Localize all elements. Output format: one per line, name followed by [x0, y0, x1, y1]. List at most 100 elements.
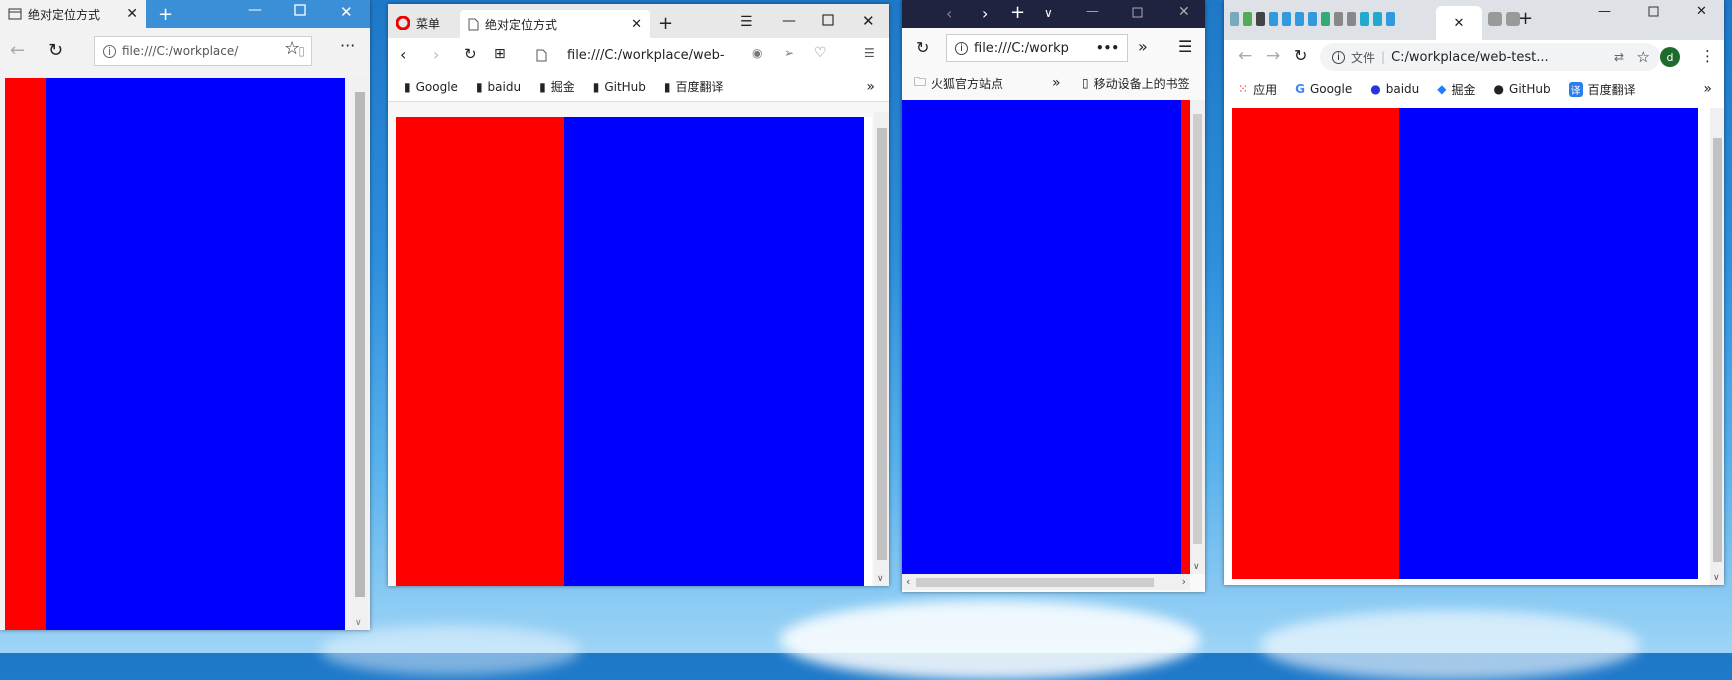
bookmark-item[interactable]: G Google — [1295, 82, 1352, 96]
back-icon[interactable]: ← — [1238, 46, 1252, 66]
scrollbar-thumb[interactable] — [1713, 138, 1722, 562]
bookmark-item[interactable]: 🗀 火狐官方站点 — [914, 73, 1003, 94]
chrome-omnibox[interactable]: i 文件 | C:/workplace/web-test... ⇄ ☆ — [1320, 43, 1660, 71]
chrome-tabstrip: ✕ + — ✕ — [1224, 0, 1724, 40]
close-window-icon[interactable]: ✕ — [1696, 4, 1707, 19]
tab-menu-icon[interactable]: ☰ — [740, 14, 753, 30]
maximize-icon[interactable] — [822, 14, 834, 26]
firefox-address-bar[interactable]: i file:///C:/workp ••• — [946, 34, 1128, 62]
maximize-icon[interactable] — [294, 4, 306, 16]
bookmark-star-icon[interactable]: ☆ — [1637, 48, 1650, 66]
info-icon: i — [103, 44, 116, 58]
opera-address-bar[interactable]: file:///C:/workplace/web- — [536, 42, 756, 68]
firefox-vertical-scrollbar[interactable]: ∨ — [1190, 100, 1205, 574]
close-window-icon[interactable]: ✕ — [340, 3, 353, 21]
opera-vertical-scrollbar[interactable]: ∨ — [874, 112, 889, 586]
scroll-right-icon[interactable]: › — [1182, 575, 1186, 588]
maximize-icon[interactable] — [1132, 7, 1143, 18]
chrome-vertical-scrollbar[interactable]: ∨ — [1710, 108, 1724, 585]
blue-box — [1399, 108, 1698, 579]
favorite-star-icon[interactable]: ☆ — [284, 38, 300, 59]
new-tab-icon[interactable]: + — [1518, 8, 1533, 29]
overflow-icon[interactable]: » — [1138, 37, 1148, 56]
opera-menu-label: 菜单 — [416, 16, 441, 31]
scroll-left-icon[interactable]: ‹ — [906, 575, 910, 588]
forward-icon[interactable]: › — [433, 45, 439, 64]
close-icon[interactable]: ✕ — [126, 6, 138, 22]
tab-favicon-icon — [1386, 12, 1395, 26]
menu-icon[interactable]: ☰ — [1178, 37, 1192, 56]
close-icon[interactable]: ✕ — [1454, 16, 1465, 31]
mobile-icon: ▯ — [1082, 76, 1089, 90]
refresh-icon[interactable]: ↻ — [916, 38, 929, 57]
bookmark-item[interactable]: ● baidu — [1370, 82, 1419, 96]
edge-address-bar[interactable]: i file:///C:/workplace/ ▯ — [94, 36, 312, 66]
avatar[interactable]: d — [1660, 47, 1680, 67]
refresh-icon[interactable]: ↻ — [48, 40, 63, 61]
bookmark-item[interactable]: ▮ GitHub — [593, 80, 646, 94]
scrollbar-thumb[interactable] — [877, 128, 887, 560]
refresh-icon[interactable]: ↻ — [464, 45, 477, 63]
opera-menu-button[interactable]: 菜单 — [388, 8, 458, 38]
scroll-down-icon[interactable]: ∨ — [355, 618, 362, 628]
edge-url-text: file:///C:/workplace/ — [122, 44, 239, 58]
pinned-tabs[interactable] — [1230, 12, 1395, 26]
close-window-icon[interactable]: ✕ — [1178, 4, 1190, 20]
mobile-bookmarks[interactable]: ▯ 移动设备上的书签 — [1082, 75, 1190, 92]
blue-box — [46, 78, 345, 630]
close-icon[interactable]: ✕ — [631, 17, 642, 32]
back-icon[interactable]: ← — [10, 40, 25, 61]
bookmark-item[interactable]: ● GitHub — [1494, 82, 1551, 96]
tab-favicon-icon — [1321, 12, 1330, 26]
edge-vertical-scrollbar[interactable]: ∨ — [352, 78, 368, 630]
edge-tab[interactable]: 绝对定位方式 ✕ — [0, 0, 146, 28]
minimize-icon[interactable]: — — [248, 2, 262, 18]
bookmark-item[interactable]: ▮ baidu — [476, 80, 521, 94]
chrome-active-tab[interactable]: ✕ — [1436, 6, 1482, 40]
bookmark-item[interactable]: ▮ 掘金 — [539, 78, 575, 95]
firefox-horizontal-scrollbar[interactable]: ‹ › — [902, 574, 1190, 590]
minimize-icon[interactable]: — — [1598, 4, 1611, 19]
bookmarks-overflow-icon[interactable]: » — [1052, 75, 1061, 91]
tab-favicon-icon — [1347, 12, 1356, 26]
bookmark-item[interactable]: ▮ Google — [404, 80, 458, 94]
send-icon[interactable]: ➢ — [784, 46, 794, 60]
tabs-left-icon[interactable]: ‹ — [946, 4, 952, 23]
minimize-icon[interactable]: — — [782, 13, 796, 29]
back-icon[interactable]: ‹ — [400, 45, 406, 64]
refresh-icon[interactable]: ↻ — [1294, 46, 1307, 65]
settings-icon[interactable]: ☰ — [864, 46, 875, 60]
minimize-icon[interactable]: — — [1086, 4, 1099, 19]
scroll-down-icon[interactable]: ∨ — [1713, 573, 1720, 583]
scrollbar-thumb[interactable] — [355, 92, 365, 597]
bookmark-item[interactable]: ▮ 百度翻译 — [664, 78, 724, 95]
bookmark-item[interactable]: ⁙ 应用 — [1238, 81, 1277, 98]
scroll-down-icon[interactable]: ∨ — [1193, 562, 1200, 572]
more-icon[interactable]: ··· — [340, 36, 355, 55]
tabs-right-icon[interactable]: › — [982, 4, 988, 23]
snapshot-icon[interactable]: ◉ — [752, 46, 762, 60]
heart-icon[interactable]: ♡ — [814, 45, 827, 61]
new-tab-icon[interactable]: + — [658, 13, 673, 34]
page-actions-icon[interactable]: ••• — [1096, 41, 1119, 55]
translate-icon: 译 — [1568, 81, 1583, 97]
bookmarks-overflow-icon[interactable]: » — [866, 79, 875, 95]
new-tab-icon[interactable]: + — [158, 4, 173, 25]
bookmark-item[interactable]: ◆ 掘金 — [1437, 81, 1475, 98]
scrollbar-thumb[interactable] — [1193, 114, 1202, 544]
juejin-icon: ◆ — [1437, 82, 1447, 96]
close-window-icon[interactable]: ✕ — [862, 12, 875, 30]
opera-tab[interactable]: 绝对定位方式 ✕ — [460, 10, 650, 38]
scrollbar-thumb[interactable] — [916, 578, 1154, 587]
speed-dial-icon[interactable]: ⊞ — [494, 46, 506, 62]
more-icon[interactable]: ⋮ — [1700, 47, 1715, 65]
scroll-down-icon[interactable]: ∨ — [877, 574, 884, 584]
new-tab-icon[interactable]: + — [1010, 2, 1025, 23]
forward-icon[interactable]: → — [1266, 46, 1280, 66]
bookmarks-overflow-icon[interactable]: » — [1703, 81, 1712, 97]
opera-bookmarks-bar: ▮ Google ▮ baidu ▮ 掘金 ▮ GitHub ▮ 百度翻译 » — [388, 72, 889, 102]
bookmark-item[interactable]: 译百度翻译 — [1568, 81, 1636, 98]
maximize-icon[interactable] — [1648, 6, 1659, 17]
translate-icon[interactable]: ⇄ — [1614, 50, 1624, 64]
tab-list-icon[interactable]: ∨ — [1044, 6, 1053, 20]
